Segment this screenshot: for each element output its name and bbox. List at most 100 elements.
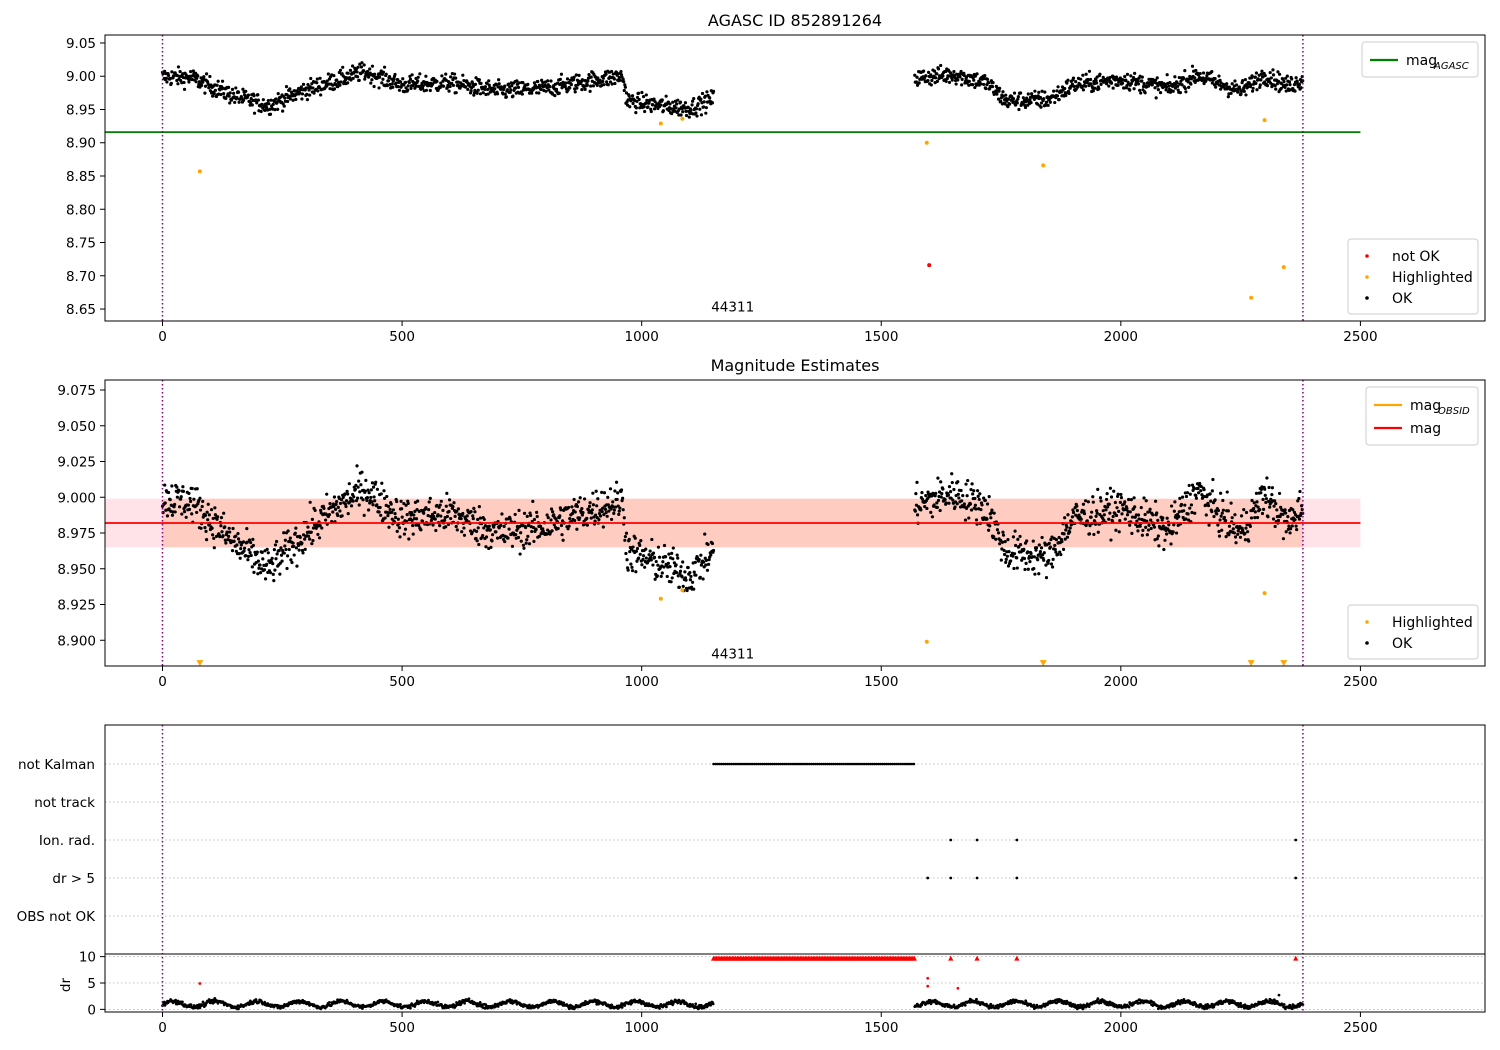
chart-title: AGASC ID 852891264 (708, 11, 882, 30)
ok-point (704, 106, 708, 110)
ok-point (1234, 541, 1238, 545)
dr-ok-point (963, 1003, 967, 1007)
ok-point (1226, 509, 1230, 513)
ok-point (165, 514, 170, 518)
ok-point (591, 503, 596, 507)
ok-point (1102, 513, 1106, 517)
ok-point (355, 464, 359, 468)
ok-point (375, 487, 380, 491)
ok-point (561, 538, 565, 542)
ok-point (974, 518, 979, 522)
dr-ok-point (328, 1000, 331, 1004)
ok-point (407, 537, 411, 541)
dr-ok-point (478, 1000, 482, 1004)
ok-point (198, 496, 202, 500)
ok-point (182, 510, 187, 514)
ok-point (615, 497, 619, 502)
ok-point (243, 546, 247, 550)
ok-point (190, 512, 194, 516)
ok-point (265, 562, 269, 566)
ok-point (544, 89, 548, 93)
ok-point (968, 502, 973, 506)
ok-point (920, 490, 924, 495)
ok-point (345, 489, 349, 493)
ok-point (228, 91, 232, 95)
ok-point (525, 514, 529, 518)
ok-point (929, 510, 933, 514)
ok-point (1129, 74, 1133, 78)
legend-frame (1347, 604, 1479, 660)
ok-point (623, 534, 627, 539)
ok-point (346, 492, 350, 496)
ok-point (352, 495, 356, 499)
ok-point (656, 545, 661, 549)
ok-point (271, 102, 275, 106)
ok-point (1290, 77, 1294, 81)
ok-point (1096, 487, 1100, 491)
ok-point (1291, 508, 1295, 512)
ok-point (252, 94, 256, 98)
ok-point (490, 539, 494, 543)
ok-point (216, 79, 220, 83)
ok-point (1201, 71, 1206, 75)
ok-point (440, 74, 444, 78)
ok-point (1294, 524, 1298, 528)
dr-ok-point (409, 1006, 412, 1010)
ok-point (187, 507, 192, 511)
ok-point (595, 504, 599, 508)
ok-point (535, 514, 539, 519)
legend-label: Highlighted (1392, 615, 1473, 631)
dr-ok-point (658, 1007, 661, 1010)
ok-point (1229, 91, 1233, 95)
ok-point (499, 523, 503, 527)
ok-point (1060, 539, 1064, 544)
ok-point (998, 542, 1002, 546)
ok-point (613, 489, 617, 493)
ok-point (613, 505, 618, 509)
ok-point (973, 496, 977, 501)
ok-point (251, 543, 256, 548)
ok-point (335, 499, 339, 504)
ok-point (290, 560, 294, 565)
ok-point (1120, 512, 1124, 516)
ok-point (936, 498, 941, 502)
ok-point (1059, 552, 1063, 557)
ok-point (520, 92, 524, 96)
dr-ok-point (237, 1007, 240, 1011)
ok-point (503, 92, 507, 96)
ok-point (180, 512, 184, 516)
ytick-label: 9.050 (57, 419, 96, 435)
dr-ok-point (436, 1000, 440, 1004)
ok-point (675, 571, 679, 575)
ok-point (668, 565, 672, 569)
ok-point (705, 90, 709, 94)
ok-point (1047, 558, 1051, 563)
ok-point (497, 78, 501, 82)
ok-point (1053, 100, 1057, 105)
ok-point (1250, 74, 1254, 78)
ok-point (454, 524, 458, 529)
ok-point (334, 502, 338, 506)
ok-point (617, 512, 621, 516)
ok-point (338, 68, 343, 72)
ok-point (1165, 516, 1169, 520)
ok-point (1268, 505, 1272, 509)
ok-point (1253, 516, 1257, 520)
ok-point (999, 558, 1003, 562)
ok-point (396, 84, 400, 89)
ok-point (1220, 528, 1224, 532)
ok-point (356, 65, 360, 69)
highlighted-point (1262, 118, 1267, 123)
ok-point (532, 539, 536, 544)
ok-point (1026, 92, 1030, 96)
ok-point (434, 528, 438, 533)
ok-point (960, 83, 964, 87)
ok-point (1098, 496, 1103, 500)
ok-point (967, 79, 971, 83)
ok-point (344, 499, 349, 503)
ok-point (276, 107, 280, 112)
ok-point (1209, 499, 1213, 503)
ok-point (473, 510, 477, 514)
ok-point (176, 82, 180, 86)
ok-point (1146, 528, 1151, 532)
